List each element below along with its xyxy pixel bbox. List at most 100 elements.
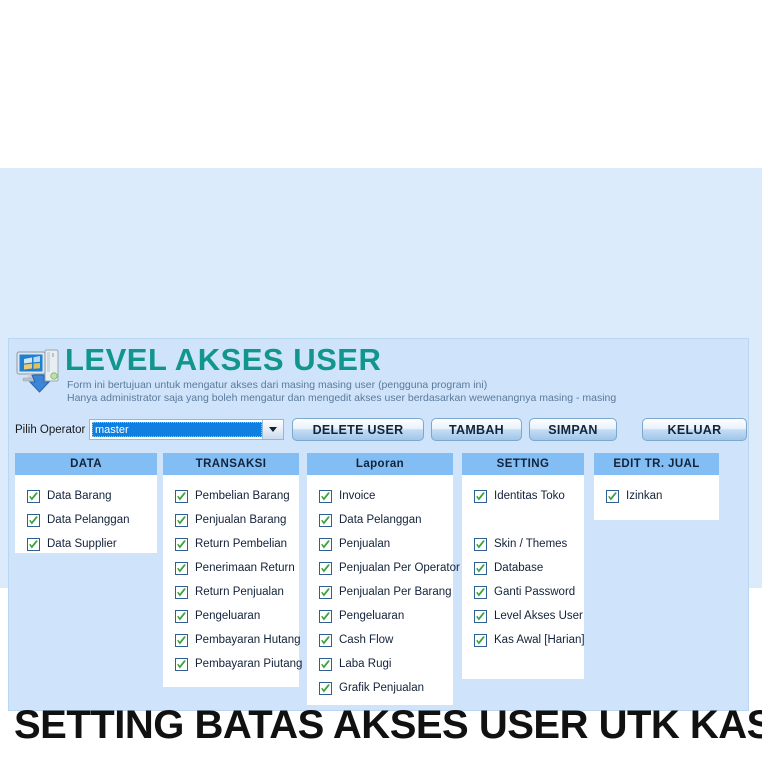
checkbox-label: Pembayaran Hutang <box>195 634 301 646</box>
checkbox-row[interactable]: Ganti Password <box>462 580 584 604</box>
checkbox-label: Laba Rugi <box>339 658 392 670</box>
checkbox-label: Data Barang <box>47 490 112 502</box>
checkbox-label: Return Pembelian <box>195 538 288 550</box>
checkbox-row[interactable]: Penjualan Per Operator <box>307 556 460 580</box>
checkbox-checked-icon[interactable] <box>319 537 332 551</box>
checkbox-row-spacer <box>462 508 584 532</box>
checkbox-label: Data Supplier <box>47 538 117 550</box>
checkbox-checked-icon[interactable] <box>175 537 188 551</box>
checkbox-label: Return Penjualan <box>195 586 284 598</box>
checkbox-checked-icon[interactable] <box>175 633 188 647</box>
checkbox-row[interactable]: Penjualan Barang <box>163 508 299 532</box>
checkbox-checked-icon[interactable] <box>474 537 487 551</box>
checkbox-row[interactable]: Skin / Themes <box>462 532 584 556</box>
checkbox-row[interactable]: Data Pelanggan <box>15 508 157 532</box>
checkbox-label: Database <box>494 562 544 574</box>
column-body-edit-tr-jual: Izinkan <box>594 475 719 520</box>
checkbox-row[interactable]: Pembayaran Piutang <box>163 652 303 676</box>
computer-download-icon <box>15 347 65 395</box>
column-header-data: DATA <box>15 453 157 475</box>
checkbox-checked-icon[interactable] <box>319 513 332 527</box>
column-laporan: Laporan Invoice Data Pelanggan Penjualan Pe… <box>307 453 460 705</box>
checkbox-label: Pembayaran Piutang <box>195 658 303 670</box>
checkbox-row[interactable]: Level Akses User <box>462 604 584 628</box>
screenshot-band: LEVEL AKSES USER Form ini bertujuan untu… <box>0 168 762 747</box>
checkbox-label: Data Pelanggan <box>339 514 422 526</box>
checkbox-label: Identitas Toko <box>494 490 565 502</box>
tambah-button[interactable]: TAMBAH <box>431 418 522 441</box>
column-transaksi: TRANSAKSI Pembelian Barang Penjualan Bara… <box>163 453 303 687</box>
column-header-laporan: Laporan <box>307 453 453 475</box>
checkbox-label: Penjualan Per Barang <box>339 586 452 598</box>
checkbox-row[interactable]: Return Penjualan <box>163 580 299 604</box>
checkbox-checked-icon[interactable] <box>27 513 40 527</box>
checkbox-row[interactable]: Data Supplier <box>15 532 157 556</box>
checkbox-checked-icon[interactable] <box>175 513 188 527</box>
checkbox-checked-icon[interactable] <box>474 561 487 575</box>
checkbox-row[interactable]: Penjualan <box>307 532 453 556</box>
checkbox-checked-icon[interactable] <box>319 561 332 575</box>
checkbox-row[interactable]: Laba Rugi <box>307 652 453 676</box>
checkbox-checked-icon[interactable] <box>27 489 40 503</box>
permission-columns: DATA Data Barang Data Pelanggan Data Suppl… <box>9 453 750 705</box>
checkbox-checked-icon[interactable] <box>319 681 332 695</box>
checkbox-checked-icon[interactable] <box>175 585 188 599</box>
checkbox-checked-icon[interactable] <box>474 585 487 599</box>
checkbox-row[interactable]: Grafik Penjualan <box>307 676 453 700</box>
checkbox-checked-icon[interactable] <box>175 561 188 575</box>
checkbox-row[interactable]: Database <box>462 556 584 580</box>
checkbox-checked-icon[interactable] <box>474 609 487 623</box>
checkbox-row[interactable]: Identitas Toko <box>462 484 584 508</box>
checkbox-row[interactable]: Return Pembelian <box>163 532 299 556</box>
checkbox-row[interactable]: Pengeluaran <box>307 604 453 628</box>
checkbox-label: Penjualan Per Operator <box>339 562 460 574</box>
checkbox-label: Pengeluaran <box>339 610 405 622</box>
checkbox-row[interactable]: Pembayaran Hutang <box>163 628 301 652</box>
checkbox-row[interactable]: Pengeluaran <box>163 604 299 628</box>
checkbox-row[interactable]: Pembelian Barang <box>163 484 299 508</box>
column-edit-tr-jual: EDIT TR. JUAL Izinkan <box>594 453 719 520</box>
checkbox-label: Penerimaan Return <box>195 562 295 574</box>
checkbox-checked-icon[interactable] <box>319 585 332 599</box>
operator-label: Pilih Operator : <box>15 424 92 436</box>
checkbox-checked-icon[interactable] <box>319 633 332 647</box>
checkbox-checked-icon[interactable] <box>474 633 487 647</box>
chevron-down-glyph <box>269 427 277 432</box>
checkbox-checked-icon[interactable] <box>27 537 40 551</box>
checkbox-row[interactable]: Penjualan Per Barang <box>307 580 453 604</box>
checkbox-checked-icon[interactable] <box>175 609 188 623</box>
column-setting: SETTING Identitas Toko Skin / Themes Datab… <box>462 453 585 679</box>
column-header-setting: SETTING <box>462 453 584 475</box>
checkbox-row[interactable]: Data Barang <box>15 484 157 508</box>
checkbox-label: Pengeluaran <box>195 610 261 622</box>
column-body-transaksi: Pembelian Barang Penjualan Barang Return P… <box>163 475 303 687</box>
operator-selected-value-wrap[interactable]: master <box>92 422 262 437</box>
column-header-edit-tr-jual: EDIT TR. JUAL <box>594 453 719 475</box>
checkbox-label: Skin / Themes <box>494 538 568 550</box>
checkbox-label: Ganti Password <box>494 586 576 598</box>
keluar-button[interactable]: KELUAR <box>642 418 747 441</box>
checkbox-checked-icon[interactable] <box>319 609 332 623</box>
checkbox-row[interactable]: Kas Awal [Harian] <box>462 628 585 652</box>
window-header: LEVEL AKSES USER Form ini bertujuan untu… <box>9 339 750 409</box>
delete-user-button[interactable]: DELETE USER <box>292 418 424 441</box>
checkbox-row[interactable]: Cash Flow <box>307 628 453 652</box>
checkbox-checked-icon[interactable] <box>319 657 332 671</box>
checkbox-label: Invoice <box>339 490 376 502</box>
checkbox-checked-icon[interactable] <box>175 489 188 503</box>
checkbox-label: Kas Awal [Harian] <box>494 634 585 646</box>
simpan-button[interactable]: SIMPAN <box>529 418 617 441</box>
checkbox-row[interactable]: Penerimaan Return <box>163 556 299 580</box>
checkbox-label: Cash Flow <box>339 634 394 646</box>
checkbox-checked-icon[interactable] <box>606 489 619 503</box>
checkbox-label: Penjualan <box>339 538 391 550</box>
chevron-down-icon[interactable] <box>262 420 283 439</box>
checkbox-checked-icon[interactable] <box>319 489 332 503</box>
operator-select[interactable]: master <box>89 419 284 440</box>
checkbox-label: Grafik Penjualan <box>339 682 425 694</box>
checkbox-checked-icon[interactable] <box>175 657 188 671</box>
checkbox-row[interactable]: Data Pelanggan <box>307 508 453 532</box>
checkbox-checked-icon[interactable] <box>474 489 487 503</box>
checkbox-row[interactable]: Izinkan <box>594 484 719 508</box>
checkbox-row[interactable]: Invoice <box>307 484 453 508</box>
